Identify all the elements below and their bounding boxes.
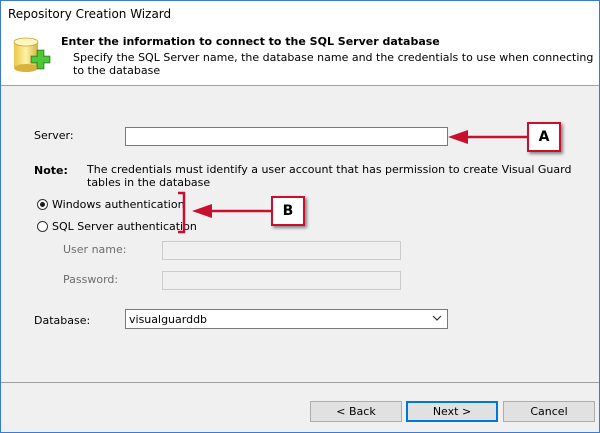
header-subtitle: Specify the SQL Server name, the databas… [73,51,594,77]
radio-selected-icon [37,199,48,210]
callout-b: B [271,196,305,226]
username-label: User name: [63,243,127,256]
note-label: Note: [34,164,68,177]
cancel-button[interactable]: Cancel [503,401,595,422]
database-label: Database: [34,314,91,327]
window-title: Repository Creation Wizard [8,7,172,21]
sql-auth-radio[interactable]: SQL Server authentication [37,220,197,233]
windows-auth-label: Windows authentication [52,198,185,211]
wizard-footer: < Back Next > Cancel [1,383,599,432]
next-button[interactable]: Next > [406,401,498,422]
username-input[interactable] [162,241,401,260]
note-text-line1: The credentials must identify a user acc… [87,163,572,176]
database-select[interactable]: visualguarddb [125,309,448,329]
database-value: visualguarddb [129,313,208,326]
title-bar: Repository Creation Wizard [1,1,599,27]
database-add-icon [13,37,51,72]
chevron-down-icon [432,315,442,321]
callout-a: A [527,122,561,152]
wizard-header: Enter the information to connect to the … [1,27,599,86]
sql-auth-label: SQL Server authentication [52,220,197,233]
note-text-line2: tables in the database [87,176,211,189]
header-title: Enter the information to connect to the … [61,35,440,48]
password-input[interactable] [162,271,401,290]
server-input[interactable] [125,127,448,146]
password-label: Password: [63,273,119,286]
server-label: Server: [34,129,74,142]
radio-unselected-icon [37,221,48,232]
back-button[interactable]: < Back [310,401,402,422]
windows-auth-radio[interactable]: Windows authentication [37,198,185,211]
